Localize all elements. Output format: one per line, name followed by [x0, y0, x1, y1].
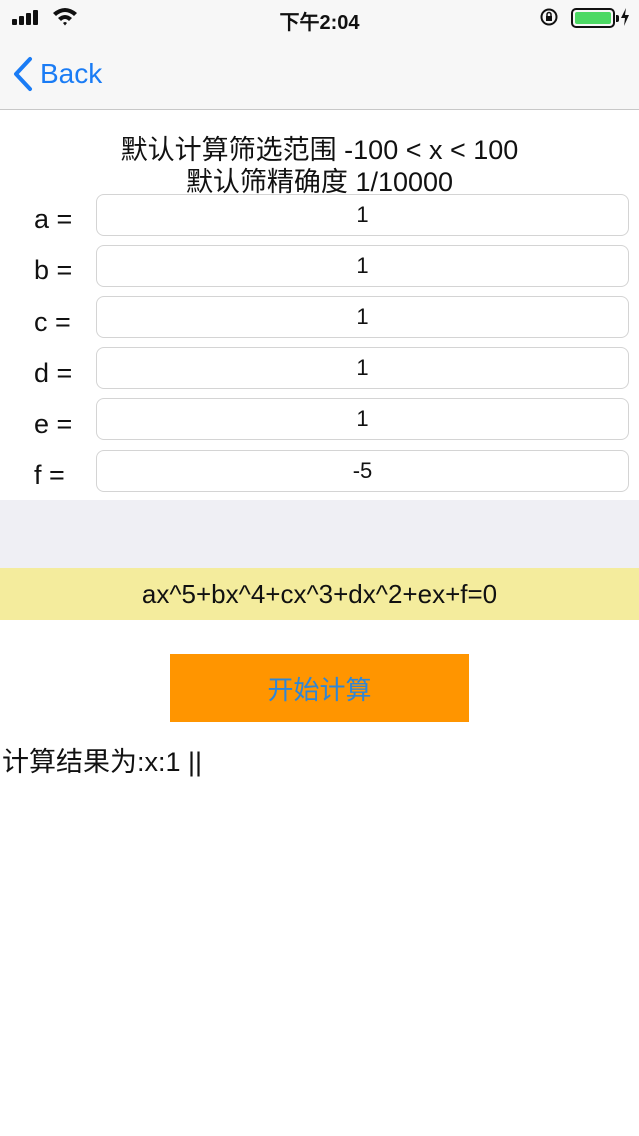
coefficient-label-a: a = [34, 204, 73, 234]
battery-icon [571, 8, 619, 28]
app-screen: 下午2:04 Back 默认计算筛选范围 -100 < x < 100 默认筛精… [0, 0, 639, 1136]
status-bar: 下午2:04 [0, 0, 639, 36]
coefficient-label-e: e = [34, 409, 73, 439]
coefficient-label-f: f = [34, 460, 65, 490]
coefficient-input-c[interactable]: 1 [96, 296, 629, 338]
coefficient-label-b: b = [34, 255, 73, 285]
back-button[interactable]: Back [12, 54, 102, 94]
result-text: 计算结果为:x:1 || [2, 747, 203, 777]
coefficient-input-d[interactable]: 1 [96, 347, 629, 389]
chevron-left-icon [14, 57, 32, 91]
start-calculation-button[interactable]: 开始计算 [170, 654, 469, 722]
coefficient-label-c: c = [34, 307, 71, 337]
navigation-bar: Back [0, 36, 639, 110]
coefficient-label-d: d = [34, 358, 73, 388]
section-separator [0, 500, 639, 568]
coefficient-input-f[interactable]: -5 [96, 450, 629, 492]
back-label: Back [40, 58, 103, 89]
orientation-lock-icon [540, 8, 558, 26]
equation-label: ax^5+bx^4+cx^3+dx^2+ex+f=0 [0, 568, 639, 620]
coefficient-input-a[interactable]: 1 [96, 194, 629, 236]
coefficient-input-b[interactable]: 1 [96, 245, 629, 287]
charging-bolt-icon [621, 8, 629, 26]
coefficient-input-e[interactable]: 1 [96, 398, 629, 440]
